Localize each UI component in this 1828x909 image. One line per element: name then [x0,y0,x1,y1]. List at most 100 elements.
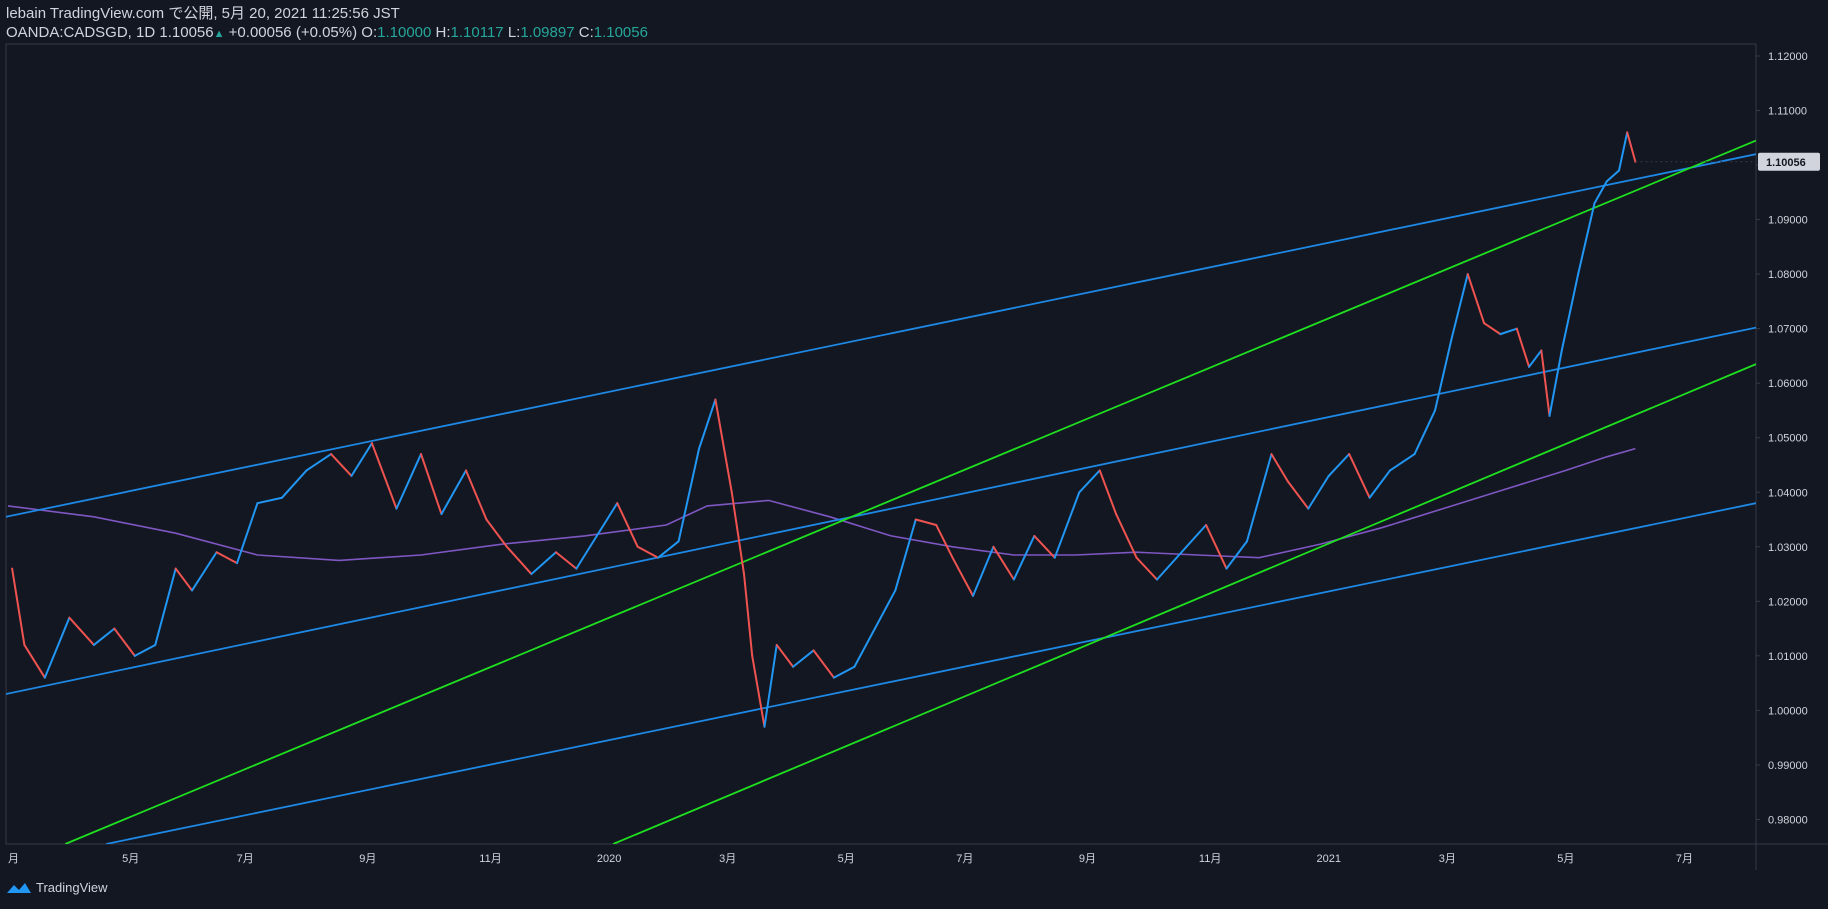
trendline-channel-mid[interactable] [6,326,1756,695]
price-segment [1626,131,1637,163]
price-segment [853,627,876,668]
price-segment [812,649,835,679]
price-segment [1135,556,1158,581]
price-segment [1155,551,1183,581]
price-segment [440,469,467,516]
price-segment [43,616,71,679]
price-segment [951,556,974,597]
price-segment [677,447,701,543]
current-price-badge: 1.10056 [1635,152,1820,171]
price-segment [256,496,283,505]
price-tick-label: 1.01000 [1768,651,1808,663]
price-segment [1540,349,1551,417]
price-tick-label: 1.02000 [1768,596,1808,608]
time-tick-label: 2020 [597,853,621,865]
time-tick-label: 3月 [1439,853,1456,865]
time-tick-label: 11月 [479,853,501,865]
price-segment [1307,474,1330,510]
price-segment [1499,327,1518,336]
time-tick-label: 2021 [1316,853,1340,865]
price-segment [1327,453,1351,477]
price-segment [832,665,856,679]
price-segment [1115,513,1138,559]
trendline-channel-upper[interactable] [6,153,1756,518]
price-segment [420,453,443,516]
price-tick-label: 1.04000 [1768,487,1808,499]
price-segment [1466,273,1486,325]
price-tick-label: 1.11000 [1768,106,1807,118]
price-segment [1348,453,1371,499]
price-segment [330,453,353,477]
price-segment [1225,540,1248,570]
plot-area-border [5,43,1757,845]
price-segment [775,643,795,668]
price-segment [698,398,717,450]
price-segment [971,545,995,597]
price-segment [305,453,333,472]
price-segment [873,589,897,630]
price-segment [1593,180,1608,205]
price-segment [154,567,177,646]
price-segment [935,523,954,559]
price-segment [1368,469,1392,499]
price-segment [1245,453,1273,543]
time-tick-label: 5月 [838,853,855,865]
price-tick-label: 1.03000 [1768,542,1808,554]
trendline-green-lower[interactable] [612,363,1756,844]
time-tick-label: 11月 [1199,853,1221,865]
price-segment [464,469,488,521]
price-segment [1078,469,1101,494]
price-segment [1548,349,1563,417]
price-segment [714,398,733,494]
price-chart[interactable]: 1.120001.110001.100001.090001.080001.070… [0,0,1828,909]
time-tick-label: 5月 [122,853,139,865]
price-segment [530,551,557,576]
price-segment [113,627,136,657]
tradingview-brand: TradingView [36,880,108,895]
time-axis[interactable]: 月 5月 7月 9月 11月 2020 3月 5月 7月 9月 11月 2021 3月 5月 7月 [8,853,1693,865]
price-tick-label: 1.12000 [1768,51,1808,63]
trendline-channel-lower[interactable] [105,502,1756,844]
price-segment [751,654,766,728]
time-tick-label: 月 [8,853,19,865]
price-segment [730,491,746,576]
price-segment [68,616,95,646]
price-tick-label: 1.00000 [1768,705,1808,717]
time-tick-label: 7月 [237,853,254,865]
price-segment [1205,523,1228,570]
price-segment [1434,338,1453,412]
price-tick-label: 1.06000 [1768,378,1808,390]
price-segment [1605,169,1621,183]
price-segment [1413,409,1437,456]
price-segment [23,643,46,679]
time-tick-label: 9月 [1079,853,1096,865]
price-segment [1286,480,1310,510]
price-segment [133,643,157,657]
price-segment [280,469,308,499]
price-segment [1450,273,1469,341]
price-segment [992,545,1015,581]
price-segment [1560,273,1580,352]
price-segment [792,649,815,668]
price-tick-label: 1.05000 [1768,433,1808,445]
price-tick-label: 0.98000 [1768,814,1808,826]
tradingview-footer: TradingView [6,880,108,895]
price-segment [636,545,660,559]
price-segment [485,518,508,548]
time-tick-label: 9月 [359,853,376,865]
price-tick-label: 0.99000 [1768,760,1808,772]
price-segment [1012,534,1036,581]
price-segment [370,442,398,510]
price-segment [1270,453,1289,483]
price-segment [1389,453,1416,472]
tradingview-logo-icon [7,882,31,893]
price-segment [1515,327,1531,368]
price-segment [743,573,754,657]
trendline-green-upper[interactable] [64,139,1756,844]
time-tick-label: 3月 [719,853,736,865]
current-price-label: 1.10056 [1766,157,1806,169]
price-tick-label: 1.07000 [1768,324,1808,336]
time-tick-label: 7月 [1676,853,1693,865]
price-segment [1618,131,1629,172]
price-segment [763,643,778,728]
